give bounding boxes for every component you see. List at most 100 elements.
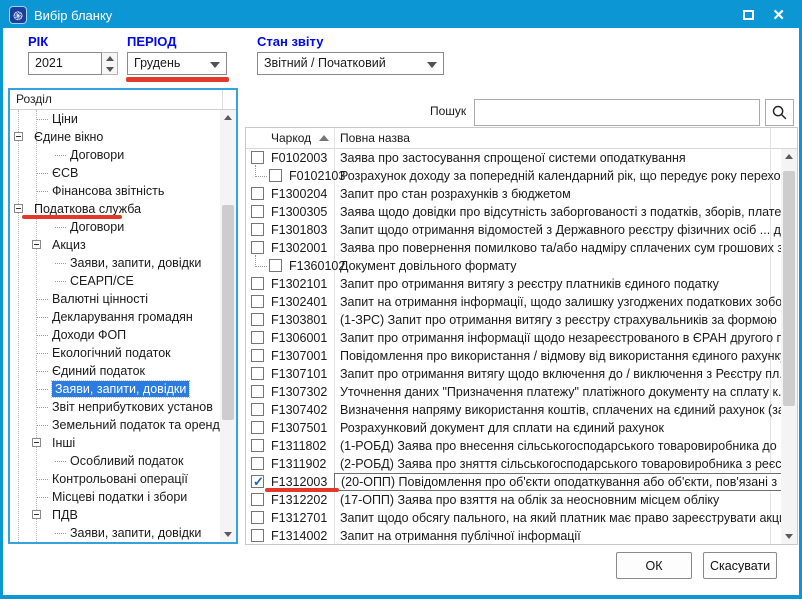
spin-up-icon[interactable] <box>102 53 117 64</box>
row-checkbox[interactable] <box>251 241 264 254</box>
row-checkbox[interactable] <box>251 421 264 434</box>
tree-leader-line <box>55 263 66 264</box>
row-checkbox[interactable] <box>251 331 264 344</box>
row-checkbox[interactable] <box>251 205 264 218</box>
year-spinner[interactable] <box>102 52 118 75</box>
row-checkbox[interactable] <box>251 223 264 236</box>
table-row[interactable]: F1300305 Заява щодо довідки про відсутні… <box>246 203 781 221</box>
table-row[interactable]: F1307402 Визначення напряму використання… <box>246 401 781 419</box>
row-checkbox[interactable] <box>251 187 264 200</box>
collapse-toggle-icon[interactable] <box>14 132 23 141</box>
tree-scrollbar[interactable] <box>220 110 236 542</box>
row-checkbox[interactable] <box>251 151 264 164</box>
spin-down-icon[interactable] <box>102 64 117 75</box>
row-name: (2-РОБД) Заява про зняття сільськогоспод… <box>340 455 781 473</box>
tree-item[interactable]: Єдине вікно <box>10 128 220 146</box>
scroll-up-icon[interactable] <box>781 149 797 164</box>
annotation-underline <box>265 488 339 492</box>
table-row[interactable]: F1307501 Розрахунковий документ для спла… <box>246 419 781 437</box>
report-state-combobox[interactable]: Звітний / Початковий <box>257 52 444 75</box>
table-row[interactable]: F1314002 Запит на отримання публічної ін… <box>246 527 781 544</box>
tree-item[interactable]: Земельний податок та оренда <box>10 416 220 434</box>
table-row[interactable]: F0102103 Розрахунок доходу за попередній… <box>246 167 781 185</box>
table-row[interactable]: F1312202 (17-ОПП) Заява про взяття на об… <box>246 491 781 509</box>
table-row[interactable]: F1301803 Запит щодо отримання відомостей… <box>246 221 781 239</box>
tree-item[interactable]: Валютні цінності <box>10 290 220 308</box>
row-checkbox[interactable] <box>269 169 282 182</box>
collapse-toggle-icon[interactable] <box>32 240 41 249</box>
collapse-toggle-icon[interactable] <box>14 204 23 213</box>
table-scrollbar[interactable] <box>781 149 797 544</box>
table-row[interactable]: F1312701 Запит щодо обсягу пального, на … <box>246 509 781 527</box>
tree-item[interactable]: Податкова служба <box>10 200 220 218</box>
scroll-up-icon[interactable] <box>220 110 236 125</box>
row-checkbox[interactable] <box>251 277 264 290</box>
tree-item[interactable]: Особливий податок <box>10 452 220 470</box>
tree-item[interactable]: Фінансова звітність <box>10 182 220 200</box>
tree-item[interactable]: Договори <box>10 146 220 164</box>
row-checkbox[interactable] <box>251 529 264 542</box>
tree-item[interactable]: Заяви, запити, довідки <box>10 254 220 272</box>
column-header-name[interactable]: Повна назва <box>340 128 410 148</box>
tree-item[interactable]: Інші <box>10 434 220 452</box>
table-row[interactable]: F1360102 Документ довільного формату <box>246 257 781 275</box>
tree-item[interactable]: СЕАРП/СЕ <box>10 272 220 290</box>
tree-item[interactable]: Доходи ФОП <box>10 326 220 344</box>
row-checkbox[interactable] <box>251 313 264 326</box>
collapse-toggle-icon[interactable] <box>32 510 41 519</box>
row-checkbox[interactable] <box>251 385 264 398</box>
ok-button[interactable]: ОК <box>616 552 692 579</box>
cancel-button[interactable]: Скасувати <box>703 552 777 579</box>
tree-leader-line <box>37 317 48 318</box>
search-input[interactable] <box>474 99 760 126</box>
tree-item[interactable]: Заяви, запити, довідки <box>10 524 220 542</box>
row-checkbox[interactable] <box>251 367 264 380</box>
table-row[interactable]: F1302101 Запит про отримання витягу з ре… <box>246 275 781 293</box>
tree-item[interactable]: Звіт неприбуткових установ <box>10 398 220 416</box>
table-row[interactable]: F1302401 Запит на отримання інформації, … <box>246 293 781 311</box>
tree-scrollbar-thumb[interactable] <box>222 205 234 420</box>
table-row[interactable]: F1307001 Повідомлення про використання /… <box>246 347 781 365</box>
search-button[interactable] <box>765 99 794 126</box>
tree-item[interactable]: Договори <box>10 218 220 236</box>
tree-item[interactable]: Ціни <box>10 110 220 128</box>
tree-item[interactable]: Контрольовані операції <box>10 470 220 488</box>
row-checkbox[interactable] <box>251 511 264 524</box>
tree-item[interactable]: Акциз <box>10 236 220 254</box>
tree-item[interactable]: Декларування громадян <box>10 308 220 326</box>
scroll-down-icon[interactable] <box>781 529 797 544</box>
table-row[interactable]: F1312003 (20-ОПП) Повідомлення про об'єк… <box>246 473 781 491</box>
row-checkbox[interactable] <box>269 259 282 272</box>
row-checkbox[interactable] <box>251 457 264 470</box>
tree-item[interactable]: Екологічний податок <box>10 344 220 362</box>
period-combobox[interactable]: Грудень <box>127 52 227 75</box>
row-checkbox[interactable] <box>251 295 264 308</box>
tree-item[interactable]: Заяви, запити, довідки <box>10 380 220 398</box>
table-row[interactable]: F1303801 (1-ЗРС) Запит про отримання вит… <box>246 311 781 329</box>
tree-item[interactable]: ПДВ <box>10 506 220 524</box>
table-row[interactable]: F1311802 (1-РОБД) Заява про внесення сіл… <box>246 437 781 455</box>
maximize-icon[interactable] <box>743 10 754 20</box>
row-checkbox[interactable] <box>251 475 264 488</box>
table-row[interactable]: F0102003 Заява про застосування спрощено… <box>246 149 781 167</box>
tree-item[interactable]: ЄСВ <box>10 164 220 182</box>
table-row[interactable]: F1302001 Заява про повернення помилково … <box>246 239 781 257</box>
tree-item[interactable]: Єдиний податок <box>10 362 220 380</box>
row-name: Уточнення даних "Призначення платежу" пл… <box>340 383 781 401</box>
table-row[interactable]: F1307101 Запит про отримання витягу щодо… <box>246 365 781 383</box>
column-header-code[interactable]: Чаркод <box>271 128 329 148</box>
collapse-toggle-icon[interactable] <box>32 438 41 447</box>
tree-item[interactable]: Місцеві податки і збори <box>10 488 220 506</box>
row-checkbox[interactable] <box>251 493 264 506</box>
table-row[interactable]: F1306001 Запит про отримання інформації … <box>246 329 781 347</box>
row-checkbox[interactable] <box>251 349 264 362</box>
year-input[interactable]: 2021 <box>28 52 102 75</box>
table-row[interactable]: F1307302 Уточнення даних "Призначення пл… <box>246 383 781 401</box>
table-row[interactable]: F1311902 (2-РОБД) Заява про зняття сільс… <box>246 455 781 473</box>
close-icon[interactable]: ✕ <box>772 8 785 23</box>
row-checkbox[interactable] <box>251 439 264 452</box>
scroll-down-icon[interactable] <box>220 527 236 542</box>
table-scrollbar-thumb[interactable] <box>783 171 795 406</box>
row-checkbox[interactable] <box>251 403 264 416</box>
table-row[interactable]: F1300204 Запит про стан розрахунків з бю… <box>246 185 781 203</box>
